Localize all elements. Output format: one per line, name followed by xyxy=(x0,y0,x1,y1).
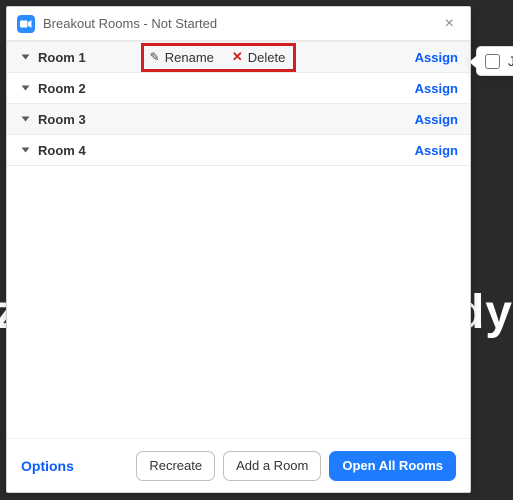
room-row[interactable]: Room 1 ✎ Rename ✕ Delete Assign xyxy=(7,41,470,72)
titlebar: Breakout Rooms - Not Started × xyxy=(7,7,470,41)
chevron-down-icon[interactable] xyxy=(22,55,30,60)
close-icon[interactable]: × xyxy=(439,13,460,35)
window-title: Breakout Rooms - Not Started xyxy=(43,16,439,31)
assign-link[interactable]: Assign xyxy=(415,50,458,65)
room-name: Room 2 xyxy=(38,81,86,96)
chevron-down-icon[interactable] xyxy=(22,86,30,91)
assign-link[interactable]: Assign xyxy=(415,143,458,158)
room-row[interactable]: Room 3 Assign xyxy=(7,103,470,134)
delete-action[interactable]: ✕ Delete xyxy=(232,49,285,65)
action-highlight: ✎ Rename ✕ Delete xyxy=(141,43,297,72)
delete-label: Delete xyxy=(248,50,286,65)
rename-action[interactable]: ✎ Rename xyxy=(150,50,214,65)
pencil-icon: ✎ xyxy=(150,50,160,64)
delete-x-icon: ✕ xyxy=(232,49,243,65)
options-link[interactable]: Options xyxy=(21,458,74,474)
participant-checkbox[interactable] xyxy=(485,54,500,69)
footer: Options Recreate Add a Room Open All Roo… xyxy=(7,438,470,492)
participant-name: Judy xyxy=(508,53,513,69)
room-row[interactable]: Room 4 Assign xyxy=(7,134,470,165)
open-all-rooms-button[interactable]: Open All Rooms xyxy=(329,451,456,481)
room-name: Room 1 xyxy=(38,50,86,65)
rename-label: Rename xyxy=(165,50,214,65)
chevron-down-icon[interactable] xyxy=(22,117,30,122)
assign-participant-popover: Judy xyxy=(476,46,513,76)
zoom-app-icon xyxy=(17,15,35,33)
rooms-list: Room 1 ✎ Rename ✕ Delete Assign Room 2 A… xyxy=(7,41,470,166)
add-room-button[interactable]: Add a Room xyxy=(223,451,321,481)
room-name: Room 3 xyxy=(38,112,86,127)
room-name: Room 4 xyxy=(38,143,86,158)
assign-link[interactable]: Assign xyxy=(415,81,458,96)
chevron-down-icon[interactable] xyxy=(22,148,30,153)
recreate-button[interactable]: Recreate xyxy=(136,451,215,481)
breakout-rooms-window: Breakout Rooms - Not Started × Room 1 ✎ … xyxy=(6,6,471,493)
assign-link[interactable]: Assign xyxy=(415,112,458,127)
empty-body xyxy=(7,166,470,438)
room-row[interactable]: Room 2 Assign xyxy=(7,72,470,103)
